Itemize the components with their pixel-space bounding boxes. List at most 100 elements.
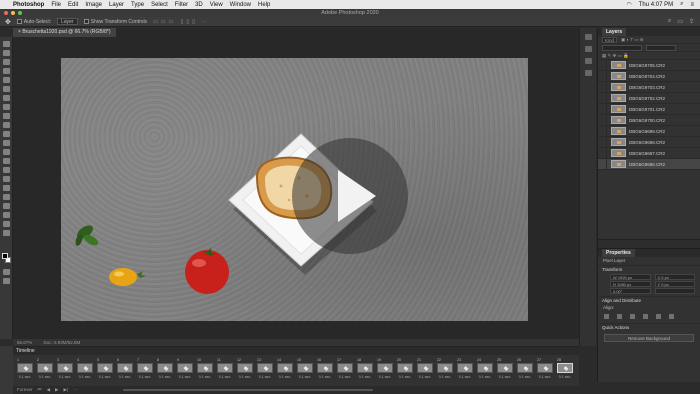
align-section[interactable]: Align and Distribute [598,296,700,304]
frame-duration[interactable]: 0.1 sec. [116,375,134,379]
align-middle-icon[interactable] [656,314,661,319]
menu-help[interactable]: Help [258,2,270,8]
frame-tool-icon[interactable] [3,86,10,92]
timeline-frame[interactable]: 28 0.1 sec. [556,358,574,384]
layer-row[interactable]: DBG6G9700.CR2 [598,114,700,126]
timeline-frame[interactable]: 5 0.1 sec. [96,358,114,384]
kind-filter-dropdown[interactable]: Kind [602,36,618,43]
frame-duration[interactable]: 0.1 sec. [196,375,214,379]
timeline-frame[interactable]: 6 0.1 sec. [116,358,134,384]
video-play-button[interactable] [292,138,408,254]
share-icon[interactable]: ⇪ [689,18,694,25]
document-tab[interactable]: × Bruschetta1920.psd @ 66.7% (RGB/8*) [13,28,116,37]
marquee-tool-icon[interactable] [3,50,10,56]
layer-row-selected[interactable]: DBG6G9696.CR2 [598,158,700,170]
eraser-tool-icon[interactable] [3,140,10,146]
timeline-frame[interactable]: 13 0.1 sec. [256,358,274,384]
move-tool-icon[interactable] [3,41,10,47]
timeline-frame[interactable]: 26 0.1 sec. [516,358,534,384]
layer-row[interactable]: DBG6G9705.CR2 [598,59,700,71]
blur-tool-icon[interactable] [3,158,10,164]
frame-duration[interactable]: 0.1 sec. [176,375,194,379]
menu-filter[interactable]: Filter [175,2,188,8]
remove-background-button[interactable]: Remove Background [604,334,694,342]
timeline-frame[interactable]: 7 0.1 sec. [136,358,154,384]
timeline-frame[interactable]: 21 0.1 sec. [416,358,434,384]
menu-app-name[interactable]: Photoshop [13,2,44,8]
align-left-icon[interactable] [604,314,609,319]
blend-mode-dropdown[interactable] [602,44,642,51]
frame-duration[interactable]: 0.1 sec. [536,375,554,379]
timeline-frame[interactable]: 3 0.1 sec. [56,358,74,384]
timeline-frame[interactable]: 25 0.1 sec. [496,358,514,384]
auto-select-dropdown[interactable]: Layer [57,18,78,25]
transform-controls-checkbox[interactable]: Show Transform Controls [83,19,147,25]
layer-row[interactable]: DBG6G9698.CR2 [598,136,700,148]
opacity-field[interactable] [646,44,676,51]
timeline-frame[interactable]: 10 0.1 sec. [196,358,214,384]
zoom-window-icon[interactable] [18,11,22,15]
layer-row[interactable]: DBG6G9702.CR2 [598,92,700,104]
frame-duration[interactable]: 0.1 sec. [316,375,334,379]
frame-duration[interactable]: 0.1 sec. [416,375,434,379]
timeline-scrollbar[interactable] [123,389,373,391]
foreground-color-swatch[interactable] [2,253,8,259]
quick-select-tool-icon[interactable] [3,68,10,74]
frame-duration[interactable]: 0.1 sec. [296,375,314,379]
timeline-frame[interactable]: 24 0.1 sec. [476,358,494,384]
timeline-frame[interactable]: 4 0.1 sec. [76,358,94,384]
menu-select[interactable]: Select [151,2,168,8]
frame-duration[interactable]: 0.1 sec. [276,375,294,379]
menu-view[interactable]: View [210,2,223,8]
dodge-tool-icon[interactable] [3,167,10,173]
wifi-icon[interactable]: ◠ [627,1,632,8]
layer-row[interactable]: DBG6G9703.CR2 [598,81,700,93]
loop-dropdown[interactable]: Forever [17,386,33,394]
menu-type[interactable]: Type [131,2,144,8]
color-icon[interactable] [585,46,592,52]
first-frame-icon[interactable]: ⏮ [38,386,42,394]
timeline-frame[interactable]: 22 0.1 sec. [436,358,454,384]
hand-tool-icon[interactable] [3,212,10,218]
y-field[interactable]: Y 0 px [654,281,695,287]
tween-icon[interactable]: ⋯ [73,386,78,394]
quick-mask-icon[interactable] [3,269,10,275]
search-icon[interactable]: ⌕ [668,18,671,25]
timeline-frame[interactable]: 14 0.1 sec. [276,358,294,384]
frame-duration[interactable]: 0.1 sec. [136,375,154,379]
timeline-frame[interactable]: 12 0.1 sec. [236,358,254,384]
menu-3d[interactable]: 3D [195,2,203,8]
menu-edit[interactable]: Edit [68,2,78,8]
lasso-tool-icon[interactable] [3,59,10,65]
frame-duration[interactable]: 0.1 sec. [456,375,474,379]
frame-duration[interactable]: 0.1 sec. [376,375,394,379]
menu-list-icon[interactable]: ≡ [690,2,694,8]
frame-duration[interactable]: 0.1 sec. [336,375,354,379]
eyedropper-tool-icon[interactable] [3,95,10,101]
next-frame-icon[interactable]: ▶| [64,386,69,394]
menu-window[interactable]: Window [230,2,251,8]
lock-icons[interactable]: ▦ ✎ ✥ ▭ 🔒 [602,53,629,59]
frame-duration[interactable]: 0.1 sec. [516,375,534,379]
layer-row[interactable]: DBG6G9701.CR2 [598,103,700,115]
search-icon[interactable]: ⌕ [680,1,683,8]
filter-icons[interactable]: ▣ ◐ T ▭ ⊕ [621,37,644,43]
timeline-frame[interactable]: 23 0.1 sec. [456,358,474,384]
zoom-level[interactable]: 66.67% [17,340,32,345]
align-icons[interactable]: ▭▭▭ ▯▯▯ ⋯ [153,19,210,25]
angle-field[interactable]: 0.00° [610,288,651,294]
timeline-title[interactable]: Timeline [13,347,579,355]
frame-duration[interactable]: 0.1 sec. [496,375,514,379]
timeline-frame[interactable]: 2 0.1 sec. [36,358,54,384]
frame-duration[interactable]: 0.1 sec. [436,375,454,379]
frame-duration[interactable]: 0.1 sec. [216,375,234,379]
shape-tool-icon[interactable] [3,203,10,209]
align-center-icon[interactable] [617,314,622,319]
screen-mode-icon[interactable] [3,278,10,284]
layer-row[interactable]: DBG6G9697.CR2 [598,147,700,159]
menu-image[interactable]: Image [85,2,102,8]
doc-size[interactable]: Doc: 5.93M/52.8M [44,340,81,345]
clock[interactable]: Thu 4:07 PM [639,2,673,8]
align-top-icon[interactable] [643,314,648,319]
gradient-tool-icon[interactable] [3,149,10,155]
